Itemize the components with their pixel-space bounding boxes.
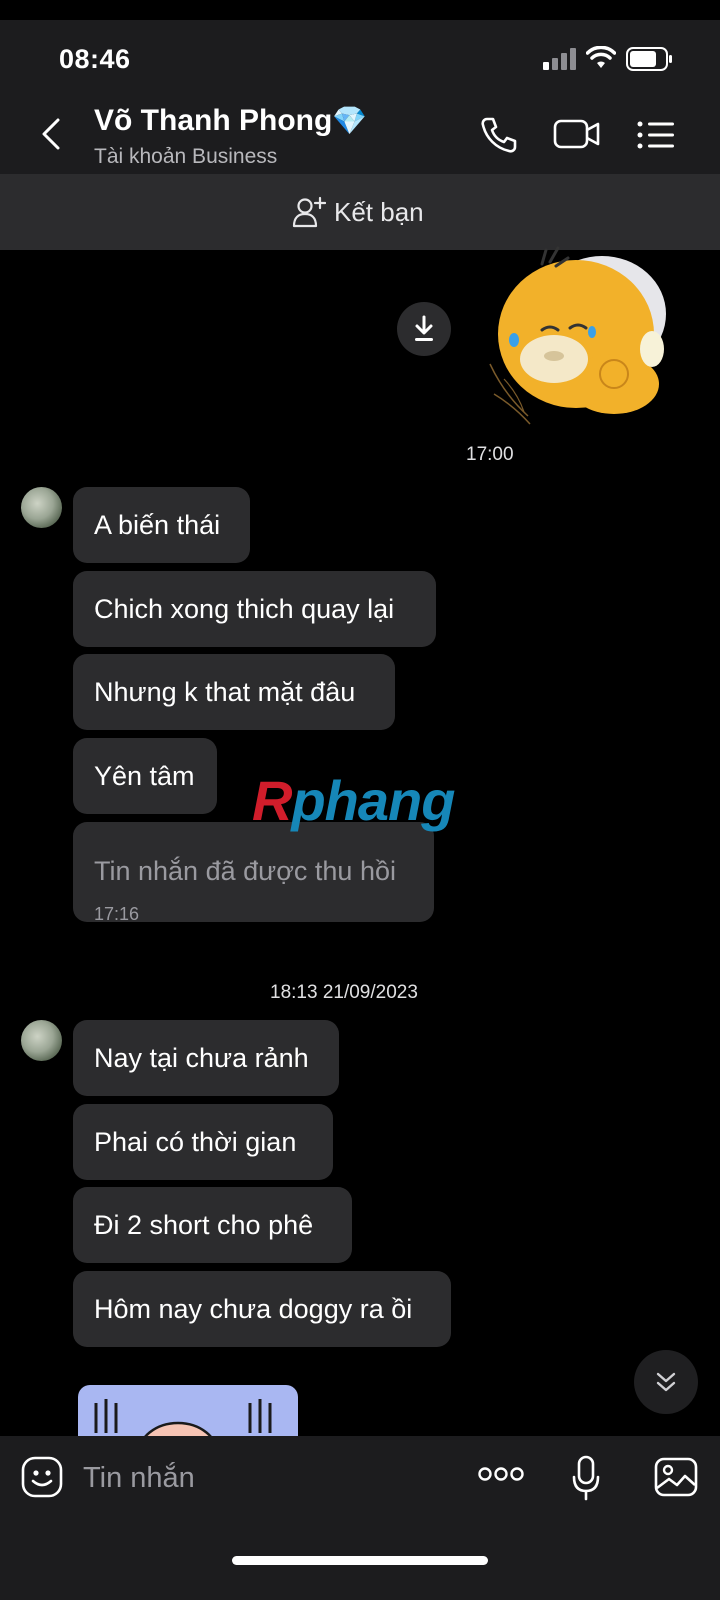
battery-icon — [626, 47, 672, 71]
avatar[interactable] — [21, 487, 62, 528]
signal-icon — [543, 48, 576, 70]
emoji-icon[interactable] — [21, 1456, 63, 1498]
add-friend-icon[interactable] — [292, 196, 326, 228]
menu-list-icon[interactable] — [636, 120, 676, 150]
message-bubble[interactable]: Chich xong thich quay lại — [73, 571, 436, 647]
duck-sticker[interactable] — [484, 244, 678, 440]
download-icon[interactable] — [411, 315, 437, 343]
message-timestamp: 17:00 — [466, 444, 514, 465]
video-icon[interactable] — [553, 117, 601, 151]
message-bubble[interactable]: Nay tại chưa rảnh — [73, 1020, 339, 1096]
message-bubble[interactable]: Yên tâm — [73, 738, 217, 814]
status-time: 08:46 — [59, 44, 131, 74]
status-bar-top — [0, 0, 720, 20]
date-separator: 18:13 21/09/2023 — [270, 982, 418, 1003]
sticker-message-preview[interactable] — [78, 1385, 298, 1436]
composer-bar — [0, 1436, 720, 1600]
message-bubble[interactable]: Nhưng k that mặt đâu — [73, 654, 395, 730]
home-indicator — [232, 1556, 488, 1565]
message-input[interactable]: Tin nhắn — [83, 1462, 195, 1495]
back-icon[interactable] — [36, 116, 64, 152]
message-bubble[interactable]: Đi 2 short cho phê — [73, 1187, 352, 1263]
phone-icon[interactable] — [480, 116, 520, 154]
message-bubble[interactable]: Hôm nay chưa doggy ra ồi — [73, 1271, 451, 1347]
microphone-icon[interactable] — [571, 1455, 601, 1501]
business-badge-icon: 💎 — [332, 105, 368, 136]
add-friend-label[interactable]: Kết bạn — [334, 197, 424, 228]
avatar[interactable] — [21, 1020, 62, 1061]
contact-subtitle: Tài khoản Business — [94, 145, 278, 168]
recalled-message-time: 17:16 — [94, 904, 140, 924]
image-gallery-icon[interactable] — [654, 1457, 698, 1497]
message-bubble[interactable]: Phai có thời gian — [73, 1104, 333, 1180]
message-bubble[interactable]: A biến thái — [73, 487, 250, 563]
sticker-image — [94, 1399, 272, 1436]
watermark-logo: Rphang — [252, 769, 455, 832]
more-options-icon[interactable] — [477, 1466, 525, 1482]
chevron-double-down-icon[interactable] — [654, 1370, 678, 1394]
recalled-message-text: Tin nhắn đã được thu hồi — [94, 856, 396, 886]
contact-name[interactable]: Võ Thanh Phong💎 — [94, 104, 367, 138]
wifi-icon — [586, 46, 616, 68]
